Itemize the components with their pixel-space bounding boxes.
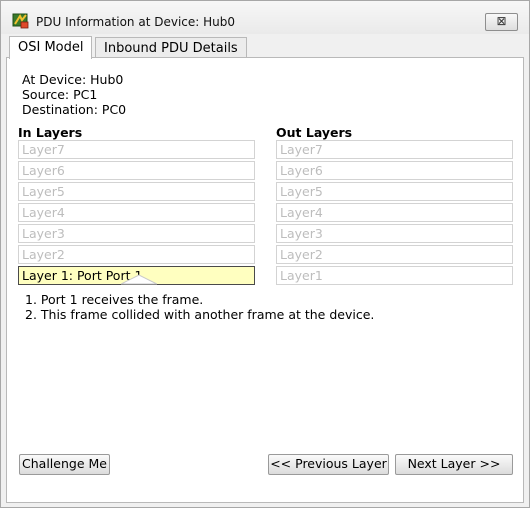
out-layer-6[interactable]: Layer6	[276, 161, 513, 180]
in-layers-heading: In Layers	[18, 125, 83, 140]
in-layer-5[interactable]: Layer5	[18, 182, 255, 201]
step-item: 1. Port 1 receives the frame.	[25, 292, 204, 307]
close-button[interactable]: ⊠	[485, 13, 518, 31]
tab-inbound-pdu-details[interactable]: Inbound PDU Details	[95, 37, 247, 59]
tab-osi-model[interactable]: OSI Model	[9, 36, 93, 59]
challenge-me-button[interactable]: Challenge Me	[19, 454, 110, 475]
in-layer-3[interactable]: Layer3	[18, 224, 255, 243]
out-layer-2[interactable]: Layer2	[276, 245, 513, 264]
out-layer-3[interactable]: Layer3	[276, 224, 513, 243]
next-layer-button[interactable]: Next Layer >>	[395, 454, 513, 475]
in-layer-6[interactable]: Layer6	[18, 161, 255, 180]
out-layer-4[interactable]: Layer4	[276, 203, 513, 222]
title-bar[interactable]: PDU Information at Device: Hub0 ⊠	[1, 1, 529, 34]
out-layer-1[interactable]: Layer1	[276, 266, 513, 285]
close-icon: ⊠	[496, 14, 507, 28]
window-title: PDU Information at Device: Hub0	[36, 15, 236, 29]
source-label: Source: PC1	[22, 87, 98, 102]
step-item: 2. This frame collided with another fram…	[25, 307, 375, 322]
device-label: At Device: Hub0	[22, 72, 124, 87]
out-layer-7[interactable]: Layer7	[276, 140, 513, 159]
out-layers-list: Layer7 Layer6 Layer5 Layer4 Layer3 Layer…	[276, 140, 513, 287]
pdu-info-window: PDU Information at Device: Hub0 ⊠ OSI Mo…	[0, 0, 530, 508]
in-layer-7[interactable]: Layer7	[18, 140, 255, 159]
layer-steps: 1. Port 1 receives the frame. 2. This fr…	[25, 292, 374, 322]
packet-tracer-icon	[12, 13, 29, 29]
active-layer-pointer-icon	[121, 274, 157, 285]
in-layers-list: Layer7 Layer6 Layer5 Layer4 Layer3 Layer…	[18, 140, 255, 287]
out-layer-5[interactable]: Layer5	[276, 182, 513, 201]
in-layer-4[interactable]: Layer4	[18, 203, 255, 222]
destination-label: Destination: PC0	[22, 102, 127, 117]
out-layers-heading: Out Layers	[276, 125, 353, 140]
osi-model-panel: At Device: Hub0 Source: PC1 Destination:…	[6, 57, 524, 503]
device-info: At Device: Hub0 Source: PC1 Destination:…	[22, 72, 126, 117]
in-layer-2[interactable]: Layer2	[18, 245, 255, 264]
previous-layer-button[interactable]: << Previous Layer	[268, 454, 389, 475]
